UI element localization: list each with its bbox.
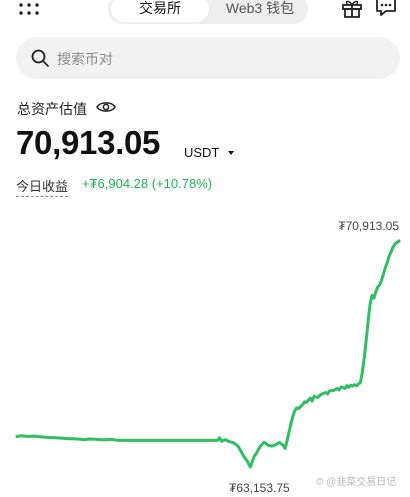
today-pnl-label[interactable]: 今日收益 <box>16 176 69 197</box>
gift-icon[interactable] <box>340 0 364 18</box>
search-bar[interactable]: 搜索币对 <box>16 37 400 79</box>
chart-max-label: ₮70,913.05 <box>338 219 399 233</box>
tab-exchange[interactable]: 交易所 <box>111 0 209 22</box>
tab-web3-wallet[interactable]: Web3 钱包 <box>212 0 308 24</box>
total-balance: 70,913.05 <box>16 124 161 161</box>
today-pnl-value: +₮6,904.28 (+10.78%) <box>82 176 213 191</box>
top-bar: 交易所 Web3 钱包 <box>0 0 410 26</box>
grid-menu-icon[interactable] <box>18 2 40 18</box>
chart-min-label: ₮63,153.75 <box>229 481 290 495</box>
watermark: © @韭菜交易日记 <box>316 477 397 488</box>
mode-switch: 交易所 Web3 钱包 <box>108 0 308 24</box>
currency-selector[interactable]: USDT <box>184 145 219 160</box>
search-placeholder: 搜索币对 <box>57 51 113 67</box>
eye-icon[interactable] <box>96 100 116 114</box>
total-assets-label: 总资产估值 <box>17 101 87 117</box>
asset-line-chart <box>15 239 401 469</box>
chart-series-line <box>15 239 401 469</box>
search-icon <box>31 49 49 67</box>
caret-down-icon[interactable] <box>228 151 234 155</box>
chat-icon[interactable] <box>374 0 398 17</box>
